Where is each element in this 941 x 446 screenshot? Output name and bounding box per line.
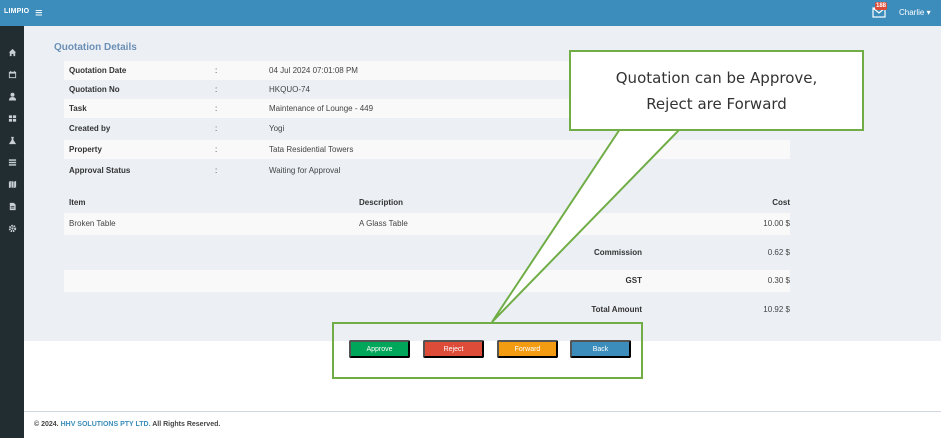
detail-label: Property — [69, 145, 102, 154]
detail-value: Yogi — [269, 124, 285, 133]
detail-separator: : — [215, 124, 218, 133]
back-button[interactable]: Back — [570, 340, 631, 358]
detail-separator: : — [215, 85, 218, 94]
hamburger-icon[interactable]: ≡ — [35, 5, 43, 21]
user-menu[interactable]: Charlie ▾ — [899, 8, 931, 17]
summary-row: GST 0.30 $ — [64, 270, 790, 292]
detail-label: Quotation No — [69, 85, 120, 94]
copyright-text: © 2024. HHV SOLUTIONS PTY LTD. All Right… — [34, 421, 220, 428]
summary-row: Commission 0.62 $ — [64, 242, 790, 264]
detail-label: Created by — [69, 124, 111, 133]
calendar-icon[interactable] — [6, 68, 18, 80]
caret-down-icon: ▾ — [926, 8, 931, 17]
forward-button[interactable]: Forward — [497, 340, 558, 358]
detail-separator: : — [215, 66, 218, 75]
column-header-description: Description — [359, 198, 404, 207]
table-row: Broken Table A Glass Table 10.00 $ — [64, 213, 790, 235]
description-cell: A Glass Table — [359, 219, 408, 228]
footer: © 2024. HHV SOLUTIONS PTY LTD. All Right… — [24, 411, 941, 438]
total-value: 10.92 $ — [763, 305, 790, 314]
detail-separator: : — [215, 166, 218, 175]
column-header-item: Item — [69, 198, 86, 207]
reject-button[interactable]: Reject — [423, 340, 484, 358]
user-name: Charlie — [899, 8, 925, 17]
callout-line-2: Reject are Forward — [646, 95, 787, 113]
status-value: Waiting for Approval — [269, 166, 341, 175]
detail-label: Approval Status — [69, 166, 131, 175]
callout-annotation: Quotation can be Approve, Reject are For… — [569, 50, 864, 131]
cost-cell: 10.00 $ — [763, 219, 790, 228]
sidebar — [0, 26, 24, 438]
map-icon[interactable] — [6, 178, 18, 190]
summary-value: 0.62 $ — [767, 248, 790, 257]
user-icon[interactable] — [6, 90, 18, 102]
page-title: Quotation Details — [54, 42, 137, 53]
approve-button[interactable]: Approve — [349, 340, 410, 358]
item-cell: Broken Table — [69, 219, 116, 228]
top-navbar: LIMPIO ≡ 188 Charlie ▾ — [0, 0, 941, 26]
detail-value: 04 Jul 2024 07:01:08 PM — [269, 66, 358, 75]
flask-icon[interactable] — [6, 134, 18, 146]
detail-value: HKQUO-74 — [269, 85, 310, 94]
detail-separator: : — [215, 145, 218, 154]
detail-label: Task — [69, 104, 87, 113]
company-link[interactable]: HHV SOLUTIONS PTY LTD. — [61, 421, 151, 428]
column-header-cost: Cost — [772, 198, 790, 207]
detail-row: Property : Tata Residential Towers — [64, 140, 790, 159]
copyright-prefix: © 2024. — [34, 421, 59, 428]
callout-line-1: Quotation can be Approve, — [615, 69, 818, 87]
grid-icon[interactable] — [6, 112, 18, 124]
gear-icon[interactable] — [6, 222, 18, 234]
copyright-suffix: All Rights Reserved. — [152, 421, 221, 428]
detail-separator: : — [215, 104, 218, 113]
detail-value: Maintenance of Lounge - 449 — [269, 104, 374, 113]
home-icon[interactable] — [6, 46, 18, 58]
summary-row: Total Amount 10.92 $ — [64, 299, 790, 321]
notification-badge: 188 — [875, 2, 888, 10]
detail-row: Approval Status : Waiting for Approval — [64, 161, 790, 180]
brand-logo[interactable]: LIMPIO — [4, 8, 29, 15]
detail-value: Tata Residential Towers — [269, 145, 354, 154]
summary-label: GST — [625, 276, 642, 285]
summary-value: 0.30 $ — [767, 276, 790, 285]
file-icon[interactable] — [6, 200, 18, 212]
detail-label: Quotation Date — [69, 66, 127, 75]
total-label: Total Amount — [591, 305, 642, 314]
list-icon[interactable] — [6, 156, 18, 168]
bottom-strip — [0, 438, 941, 446]
summary-label: Commission — [593, 248, 642, 257]
